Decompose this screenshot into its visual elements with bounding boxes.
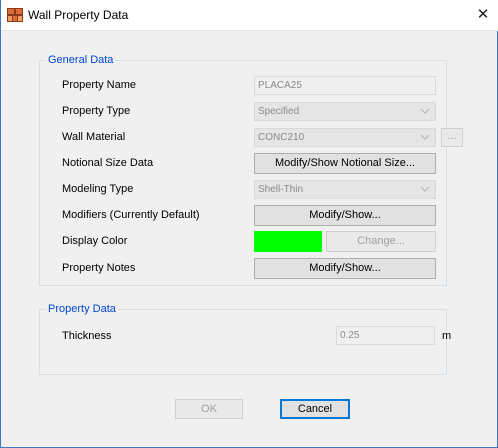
- property-notes-label: Property Notes: [62, 262, 136, 274]
- ok-button[interactable]: OK: [175, 399, 243, 419]
- chevron-down-icon: [421, 187, 429, 192]
- wall-material-label: Wall Material: [62, 131, 126, 143]
- window-title: Wall Property Data: [28, 8, 129, 22]
- thickness-unit: m: [442, 330, 452, 342]
- property-type-select[interactable]: Specified: [254, 102, 436, 121]
- modeling-type-select[interactable]: Shell-Thin: [254, 180, 436, 199]
- general-data-legend: General Data: [48, 54, 114, 66]
- notional-size-button[interactable]: Modify/Show Notional Size...: [254, 153, 436, 174]
- close-icon[interactable]: ✕: [468, 0, 498, 30]
- wall-material-browse-button[interactable]: ...: [441, 128, 463, 147]
- display-color-label: Display Color: [62, 235, 128, 247]
- change-color-button[interactable]: Change...: [326, 231, 436, 252]
- wall-material-value: CONC210: [258, 132, 305, 143]
- thickness-input[interactable]: 0.25: [336, 326, 435, 345]
- notional-size-label: Notional Size Data: [62, 157, 154, 169]
- title-bar: Wall Property Data ✕: [1, 0, 498, 31]
- modeling-type-label: Modeling Type: [62, 183, 134, 195]
- wall-material-select[interactable]: CONC210: [254, 128, 436, 147]
- modeling-type-value: Shell-Thin: [258, 184, 304, 195]
- property-notes-button[interactable]: Modify/Show...: [254, 258, 436, 279]
- property-data-legend: Property Data: [48, 303, 116, 315]
- property-type-label: Property Type: [62, 105, 131, 117]
- chevron-down-icon: [421, 109, 429, 114]
- thickness-label: Thickness: [62, 330, 112, 342]
- property-name-label: Property Name: [62, 79, 136, 91]
- display-color-swatch: [254, 231, 322, 252]
- property-name-input[interactable]: PLACA25: [254, 76, 436, 95]
- wall-app-icon: [7, 8, 23, 22]
- modifiers-label: Modifiers (Currently Default): [62, 209, 200, 221]
- wall-property-dialog: Wall Property Data ✕ General Data Proper…: [0, 0, 498, 448]
- modifiers-button[interactable]: Modify/Show...: [254, 205, 436, 226]
- property-type-value: Specified: [258, 106, 300, 117]
- chevron-down-icon: [421, 135, 429, 140]
- cancel-button[interactable]: Cancel: [280, 399, 350, 419]
